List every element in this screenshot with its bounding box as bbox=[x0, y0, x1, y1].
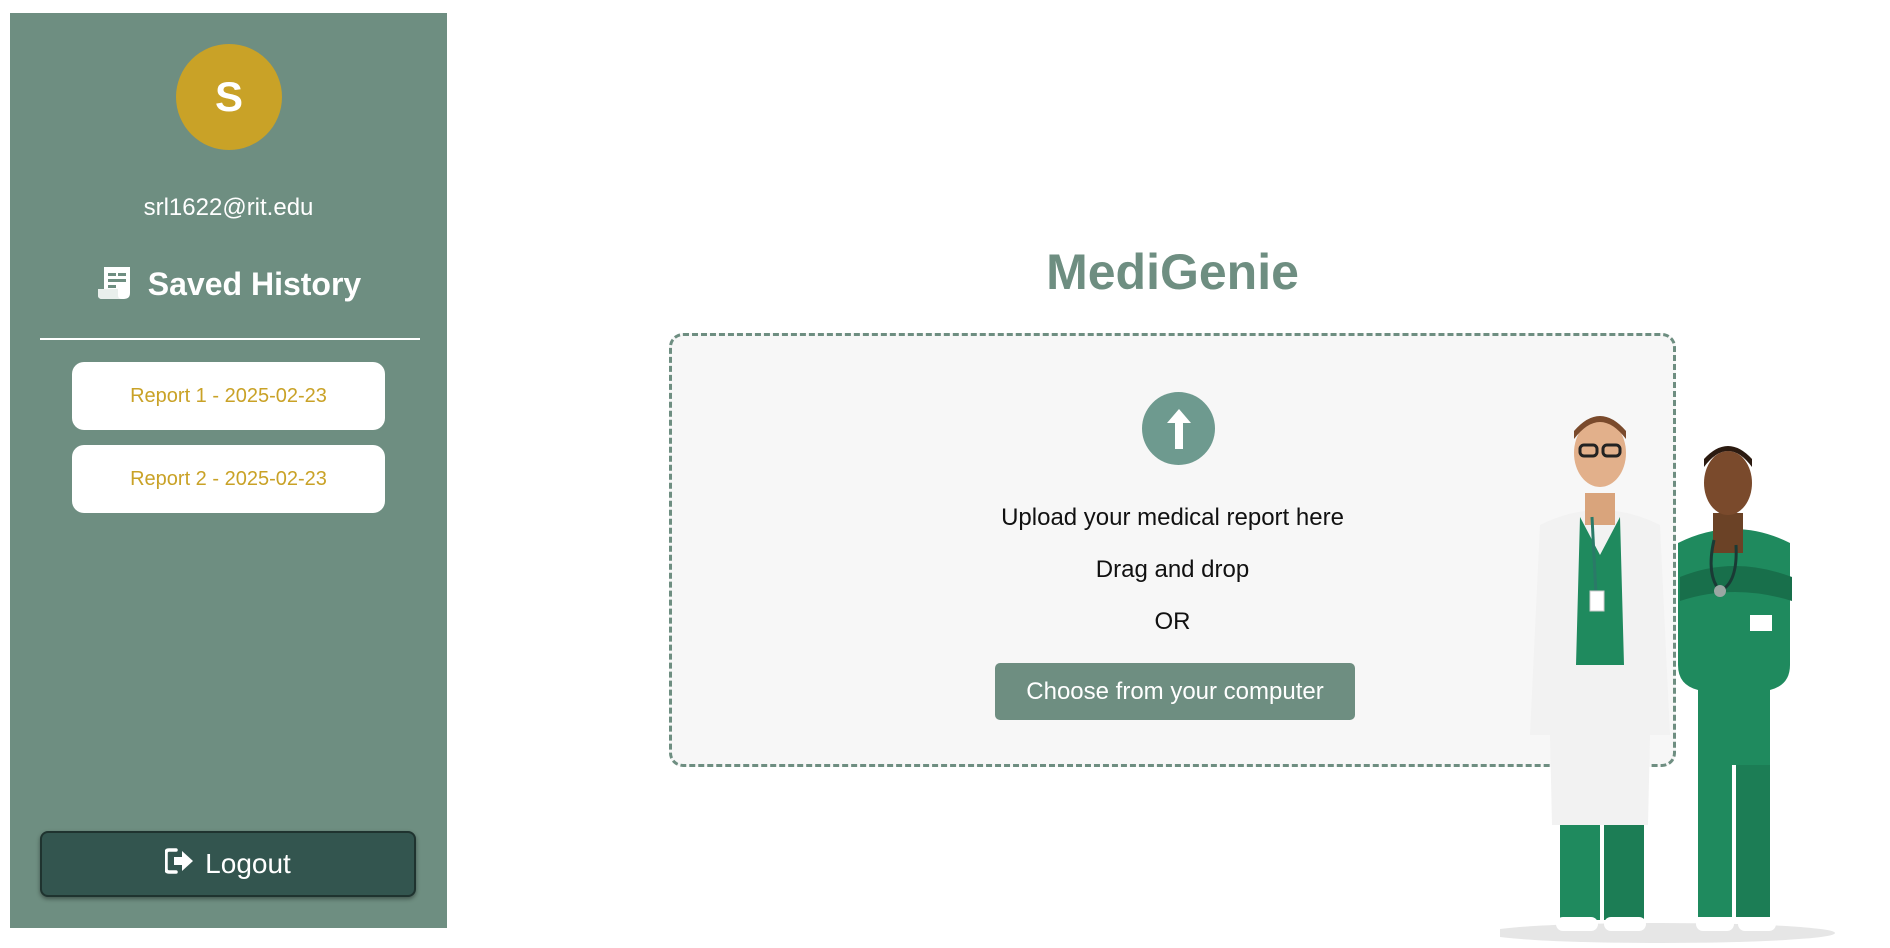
user-email: srl1622@rit.edu bbox=[143, 194, 314, 221]
report-item-2[interactable]: Report 2 - 2025-02-23 bbox=[72, 445, 385, 513]
upload-arrow-icon[interactable] bbox=[1142, 392, 1215, 465]
doctors-illustration bbox=[1485, 405, 1840, 943]
sidebar: S srl1622@rit.edu Saved History Report 1… bbox=[10, 13, 447, 928]
sidebar-divider bbox=[40, 338, 420, 340]
doctor-right-figure bbox=[1678, 446, 1792, 931]
choose-file-label: Choose from your computer bbox=[1026, 677, 1324, 705]
saved-history-header: Saved History bbox=[10, 265, 447, 303]
avatar[interactable]: S bbox=[176, 44, 282, 150]
logout-button[interactable]: Logout bbox=[40, 831, 416, 897]
report-item-1[interactable]: Report 1 - 2025-02-23 bbox=[72, 362, 385, 430]
doctor-left-figure bbox=[1530, 416, 1670, 931]
logout-label: Logout bbox=[205, 848, 291, 879]
sign-out-icon bbox=[164, 847, 195, 881]
report-item-label: Report 2 - 2025-02-23 bbox=[130, 467, 327, 490]
avatar-initial: S bbox=[214, 73, 243, 120]
saved-history-title: Saved History bbox=[147, 265, 362, 302]
app-title: MediGenie bbox=[1046, 244, 1299, 300]
choose-file-button[interactable]: Choose from your computer bbox=[995, 663, 1355, 720]
receipt-icon bbox=[96, 265, 134, 303]
report-item-label: Report 1 - 2025-02-23 bbox=[130, 384, 327, 407]
